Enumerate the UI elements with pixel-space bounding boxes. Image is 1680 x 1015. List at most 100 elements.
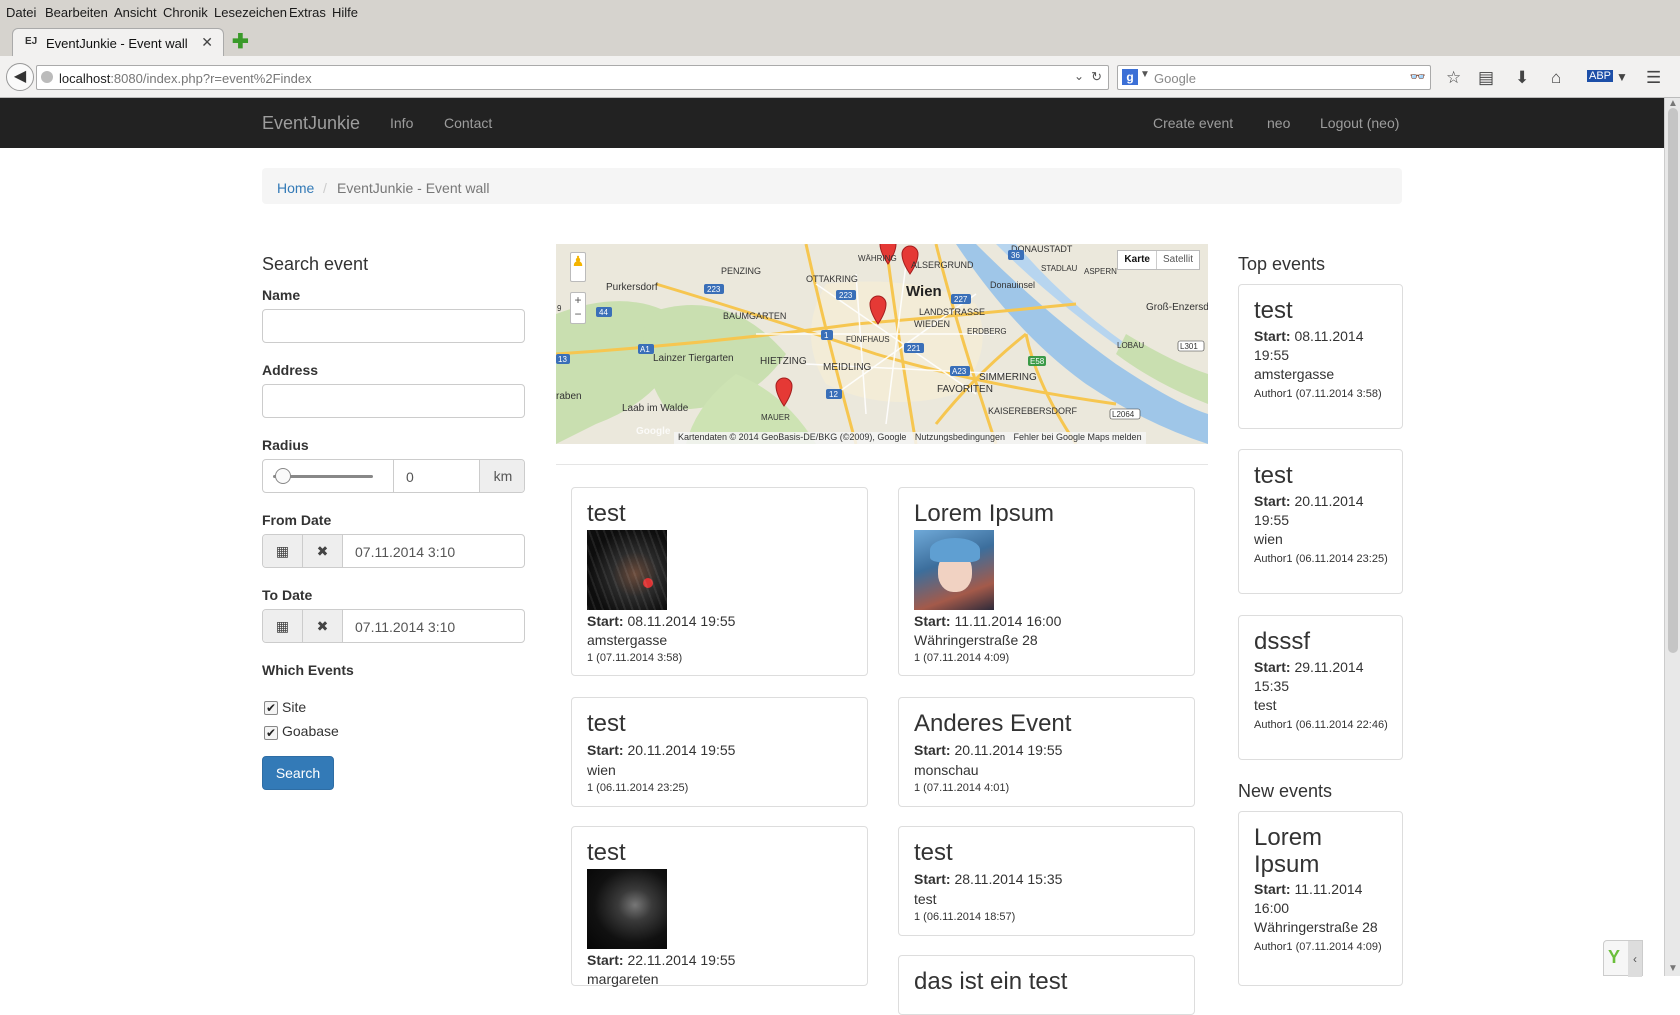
top-event-card[interactable]: test Start: 08.11.2014 19:55 amstergasse… [1238,284,1403,429]
nav-logout[interactable]: Logout (neo) [1320,115,1399,131]
scroll-down-icon[interactable]: ▼ [1668,963,1678,974]
top-event-title[interactable]: test [1254,462,1293,489]
svg-text:WIEDEN: WIEDEN [914,319,950,329]
engine-dropdown-icon[interactable]: ▼ [1140,69,1150,80]
event-title[interactable]: das ist ein test [914,968,1067,996]
abp-dropdown-icon[interactable]: ▼ [1616,70,1628,84]
binoculars-icon[interactable]: 👓 [1410,69,1426,85]
menu-hilfe[interactable]: Hilfe [332,5,358,20]
scroll-thumb[interactable] [1668,108,1678,653]
from-date-input[interactable]: 07.11.2014 3:10 [355,544,455,560]
event-title[interactable]: test [587,839,626,867]
event-title[interactable]: test [587,710,626,738]
map-type-satellit[interactable]: Satellit [1157,251,1199,269]
map-terms-link[interactable]: Nutzungsbedingungen [915,432,1005,442]
hamburger-menu-icon[interactable]: ☰ [1646,68,1661,88]
event-title[interactable]: test [587,500,626,528]
event-meta: 1 (06.11.2014 23:25) [587,782,689,794]
download-icon[interactable]: ⬇ [1515,68,1529,88]
page-scrollbar[interactable]: ▲ ▼ [1664,98,1680,976]
event-map[interactable]: Purkersdorf PENZING OTTAKRING WÄHRING AL… [556,244,1208,444]
top-event-card[interactable]: test Start: 20.11.2014 19:55 wien Author… [1238,449,1403,594]
goabase-checkbox-label: Goabase [282,723,339,739]
pegman-icon[interactable]: ♟ [570,252,586,282]
new-event-title[interactable]: Lorem Ipsum [1254,824,1384,878]
svg-text:PENZING: PENZING [721,266,761,276]
top-event-title[interactable]: test [1254,297,1293,324]
home-icon[interactable]: ⌂ [1551,68,1561,88]
menu-ansicht[interactable]: Ansicht [114,5,157,20]
url-bar[interactable]: localhost:8080/index.php?r=event%2Findex… [36,65,1109,90]
event-start: Start: 28.11.2014 15:35 [914,871,1063,887]
calendar-icon[interactable]: ▦ [263,535,303,567]
calendar-icon[interactable]: ▦ [263,610,303,642]
debug-toolbar-toggle[interactable]: Y ‹ [1603,940,1643,977]
chevron-left-icon[interactable]: ‹ [1628,941,1642,977]
event-title[interactable]: test [914,839,953,867]
breadcrumb-home[interactable]: Home [277,180,314,196]
menu-bearbeiten[interactable]: Bearbeiten [45,5,108,20]
svg-text:LOBAU: LOBAU [1117,341,1144,350]
menu-datei[interactable]: Datei [6,5,36,20]
browser-tab[interactable]: EJ EventJunkie - Event wall ✕ [12,28,224,58]
svg-text:FÜNFHAUS: FÜNFHAUS [846,335,890,344]
clear-icon[interactable]: ✖ [303,535,343,567]
reading-list-icon[interactable]: ▤ [1478,68,1494,88]
map-attribution: Kartendaten © 2014 GeoBasis-DE/BKG (©200… [674,432,1146,444]
tab-strip: EJ EventJunkie - Event wall ✕ ✚ [0,26,1680,58]
svg-text:ERDBERG: ERDBERG [967,327,1007,336]
abp-icon[interactable]: ABP [1587,70,1614,82]
map-report-link[interactable]: Fehler bei Google Maps melden [1014,432,1142,442]
top-event-title[interactable]: dsssf [1254,628,1310,655]
svg-text:Laab im Walde: Laab im Walde [622,403,689,414]
menu-lesezeichen[interactable]: Lesezeichen [214,5,287,20]
clear-icon[interactable]: ✖ [303,610,343,642]
map-type-karte[interactable]: Karte [1118,251,1157,269]
event-card[interactable]: Lorem Ipsum Start: 11.11.2014 16:00 Währ… [898,487,1195,676]
site-checkbox[interactable]: ✔ [264,701,278,715]
radius-input[interactable]: 0 [393,460,480,492]
zoom-out-icon[interactable]: − [571,307,585,321]
event-card[interactable]: test Start: 28.11.2014 15:35 test 1 (06.… [898,826,1195,936]
event-title[interactable]: Lorem Ipsum [914,500,1054,528]
new-event-card[interactable]: Lorem Ipsum Start: 11.11.2014 16:00 Währ… [1238,811,1403,986]
svg-text:Donauinsel: Donauinsel [990,280,1035,290]
zoom-in-icon[interactable]: + [571,293,585,307]
event-card[interactable]: Anderes Event Start: 20.11.2014 19:55 mo… [898,697,1195,807]
reload-icon[interactable]: ↻ [1091,69,1102,85]
menu-chronik[interactable]: Chronik [163,5,208,20]
url-dropdown-icon[interactable]: ⌄ [1074,69,1084,83]
nav-user[interactable]: neo [1267,115,1290,131]
google-icon[interactable]: g [1122,69,1138,85]
nav-create-event[interactable]: Create event [1153,115,1233,131]
radius-slider-handle[interactable] [275,468,291,484]
radius-unit: km [480,460,524,492]
name-input[interactable] [262,309,525,343]
back-icon[interactable]: ◀ [6,63,34,91]
menu-extras[interactable]: Extras [289,5,326,20]
address-input[interactable] [262,384,525,418]
nav-contact[interactable]: Contact [444,115,492,131]
new-tab-icon[interactable]: ✚ [232,29,249,54]
bookmark-star-icon[interactable]: ☆ [1446,68,1461,88]
map-canvas: Purkersdorf PENZING OTTAKRING WÄHRING AL… [556,244,1208,444]
breadcrumb-current: EventJunkie - Event wall [337,180,490,196]
from-date-group: ▦ ✖ 07.11.2014 3:10 [262,534,525,568]
event-card[interactable]: test Start: 20.11.2014 19:55 wien 1 (06.… [571,697,868,807]
event-card[interactable]: test Start: 08.11.2014 19:55 amstergasse… [571,487,868,676]
search-button[interactable]: Search [262,756,334,790]
brand-link[interactable]: EventJunkie [262,113,360,134]
close-tab-icon[interactable]: ✕ [201,34,213,51]
url-text: localhost:8080/index.php?r=event%2Findex [59,71,312,86]
search-bar[interactable]: g ▼ Google 👓 [1117,65,1431,90]
svg-text:Google: Google [636,426,671,437]
goabase-checkbox[interactable]: ✔ [264,726,278,740]
to-date-input[interactable]: 07.11.2014 3:10 [355,619,455,635]
nav-info[interactable]: Info [390,115,413,131]
top-event-card[interactable]: dsssf Start: 29.11.2014 15:35 test Autho… [1238,615,1403,760]
event-title[interactable]: Anderes Event [914,710,1071,738]
map-city-label: Wien [906,283,942,300]
new-events-heading: New events [1238,781,1333,801]
event-card[interactable]: das ist ein test [898,955,1195,1015]
event-card[interactable]: test Start: 22.11.2014 19:55 margareten [571,826,868,987]
